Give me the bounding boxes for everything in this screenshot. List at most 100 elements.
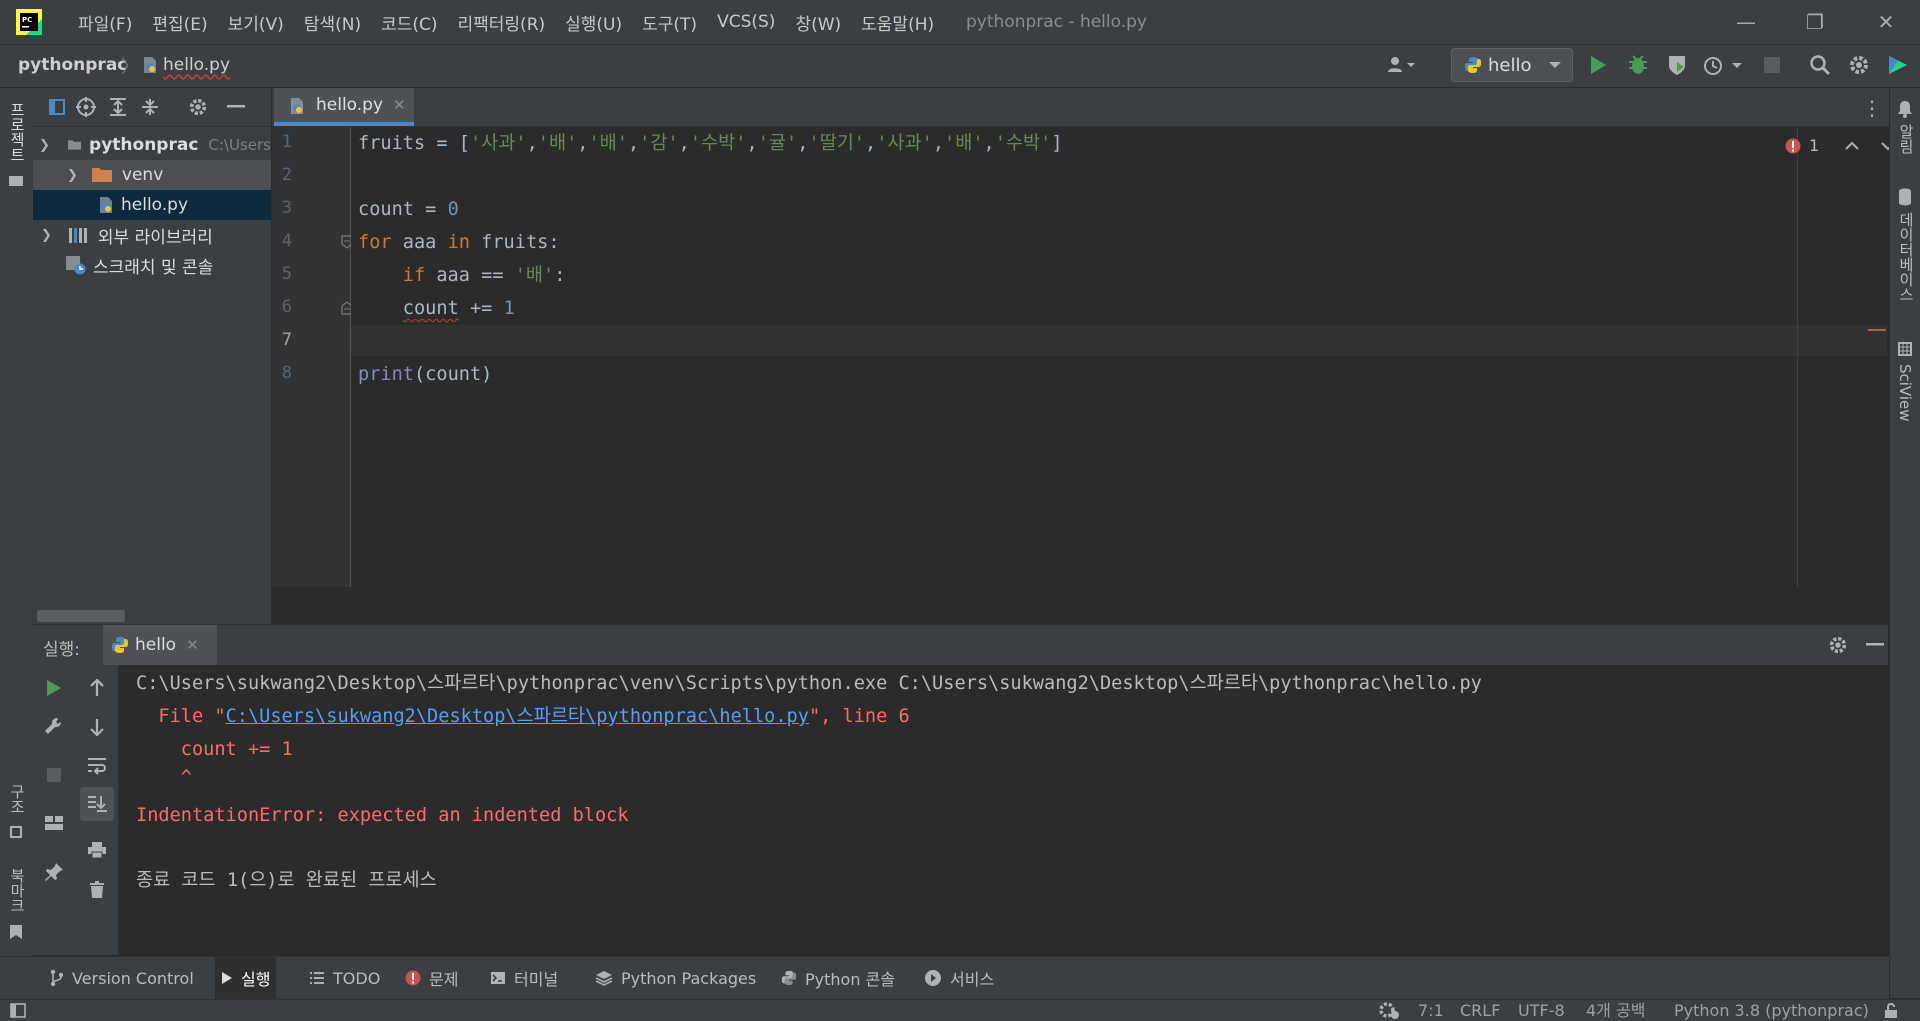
debug-button[interactable]	[1624, 51, 1652, 79]
line-separator[interactable]: CRLF	[1460, 1000, 1500, 1021]
breadcrumb-file[interactable]: hello.py	[163, 55, 230, 75]
version-control-label: Version Control	[72, 968, 194, 988]
background-tasks-gear-icon[interactable]	[1378, 1001, 1400, 1020]
run-configuration-selector[interactable]: hello	[1451, 48, 1573, 82]
menu-help[interactable]: 도움말(H)	[851, 10, 944, 35]
layout-icon[interactable]	[39, 808, 69, 838]
menu-code[interactable]: 코드(C)	[371, 10, 447, 35]
close-window-button[interactable]: ✕	[1858, 0, 1914, 44]
rerun-button[interactable]	[39, 673, 69, 703]
settings-gear-icon[interactable]	[1845, 51, 1873, 79]
editor-gutter: 1 2 3 4 5 6 7 8	[272, 127, 353, 587]
pin-tab-icon[interactable]	[39, 857, 69, 887]
tree-item-venv[interactable]: ❯ venv	[33, 160, 271, 190]
traceback-file-link[interactable]: C:\Users\sukwang2\Desktop\스파르타\pythonpra…	[226, 706, 809, 727]
tree-item-project-root[interactable]: ❯ pythonprac C:\Users	[33, 130, 271, 160]
version-control-button[interactable]: Version Control	[44, 957, 200, 999]
database-icon	[1899, 188, 1911, 206]
run-with-coverage-button[interactable]	[1663, 51, 1691, 79]
project-view-icon[interactable]	[45, 94, 71, 120]
file-encoding[interactable]: UTF-8	[1518, 1000, 1565, 1021]
python-interpreter[interactable]: Python 3.8 (pythonprac)	[1674, 1000, 1869, 1021]
unlock-icon[interactable]	[1884, 1002, 1898, 1019]
run-button[interactable]	[1584, 51, 1612, 79]
python-packages-button[interactable]: Python Packages	[589, 957, 762, 999]
collapse-all-icon[interactable]	[137, 94, 163, 120]
code-line-4: for aaa in fruits:	[358, 232, 560, 253]
tree-item-scratches[interactable]: 스크래치 및 콘솔	[33, 250, 271, 280]
close-tab-icon[interactable]: ✕	[186, 636, 199, 654]
user-account-icon[interactable]	[1382, 51, 1422, 79]
project-tool-window: ❯ pythonprac C:\Users ❯ venv hello.py ❯ …	[33, 88, 272, 624]
caret-position[interactable]: 7:1	[1418, 1000, 1444, 1021]
toggle-tool-windows-icon[interactable]	[10, 1003, 26, 1018]
tree-item-hello-py[interactable]: hello.py	[33, 190, 271, 220]
line-number: 6	[281, 297, 292, 317]
previous-problem-icon[interactable]	[1845, 141, 1859, 151]
database-tool-window-button[interactable]: 데이터베이스	[1896, 212, 1917, 302]
editor-tab-label: hello.py	[316, 95, 384, 115]
menu-run[interactable]: 실행(U)	[555, 10, 632, 35]
scroll-up-arrow-icon[interactable]	[82, 673, 112, 703]
jetbrains-logo-icon[interactable]	[1884, 51, 1912, 79]
run-console-output[interactable]: C:\Users\sukwang2\Desktop\스파르타\pythonpra…	[119, 665, 1888, 955]
structure-tool-window-button[interactable]: 구조	[7, 784, 28, 814]
profile-button[interactable]	[1700, 51, 1746, 79]
problems-button[interactable]: 문제	[399, 957, 464, 999]
python-console-button[interactable]: Python 콘솔	[775, 957, 901, 999]
code-editor[interactable]: fruits = ['사과','배','배','감','수박','귤','딸기'…	[351, 127, 1920, 587]
project-root-path: C:\Users	[208, 136, 271, 154]
project-settings-gear-icon[interactable]	[185, 94, 211, 120]
hide-run-panel-icon[interactable]	[1866, 643, 1884, 647]
horizontal-scrollbar[interactable]	[37, 610, 125, 622]
more-options-icon[interactable]: ⋮	[1862, 96, 1882, 120]
scroll-down-arrow-icon[interactable]	[82, 712, 112, 742]
notifications-bell-icon[interactable]	[1897, 100, 1913, 118]
code-line-6: count += 1	[402, 298, 515, 319]
clear-all-trash-icon[interactable]	[82, 875, 112, 905]
editor-tab-hello-py[interactable]: hello.py ✕	[274, 88, 414, 126]
bookmarks-tool-window-button[interactable]: 북마크	[7, 868, 28, 913]
soft-wrap-icon[interactable]	[82, 751, 112, 781]
run-tool-button[interactable]: 실행	[215, 957, 277, 999]
menu-window[interactable]: 창(W)	[785, 10, 851, 35]
folder-icon	[91, 168, 112, 182]
menu-navigate[interactable]: 탐색(N)	[294, 10, 371, 35]
menu-bar: 파일(F) 편집(E) 보기(V) 탐색(N) 코드(C) 리팩터링(R) 실행…	[68, 0, 944, 44]
stop-button[interactable]	[1758, 51, 1786, 79]
notifications-tool-window-button[interactable]: 알림	[1896, 124, 1917, 154]
services-button[interactable]: 서비스	[918, 957, 1000, 999]
close-tab-icon[interactable]: ✕	[393, 96, 406, 114]
terminal-button[interactable]: 터미널	[484, 957, 564, 999]
breadcrumb-project[interactable]: pythonprac	[18, 55, 127, 75]
inspection-widget[interactable]: 1	[1785, 136, 1895, 155]
locate-file-icon[interactable]	[73, 94, 99, 120]
menu-view[interactable]: 보기(V)	[218, 10, 294, 35]
indent-setting[interactable]: 4개 공백	[1586, 1000, 1645, 1021]
edit-configuration-wrench-icon[interactable]	[39, 712, 69, 742]
search-everywhere-icon[interactable]	[1806, 51, 1834, 79]
menu-refactor[interactable]: 리팩터링(R)	[448, 10, 556, 35]
sciview-icon	[1898, 342, 1912, 356]
expand-all-icon[interactable]	[105, 94, 131, 120]
run-settings-gear-icon[interactable]	[1828, 635, 1848, 655]
line-number: 2	[281, 165, 292, 185]
editor-tab-bar: hello.py ✕ ⋮	[272, 88, 1920, 127]
stop-button[interactable]	[39, 760, 69, 790]
error-stripe-marker[interactable]	[1868, 329, 1886, 331]
menu-edit[interactable]: 편집(E)	[142, 10, 217, 35]
restore-button[interactable]: ❐	[1787, 0, 1843, 44]
print-icon[interactable]	[82, 835, 112, 865]
run-tab-hello[interactable]: hello ✕	[103, 625, 217, 665]
minimize-button[interactable]: —	[1718, 0, 1774, 44]
chevron-right-icon: ❯	[41, 227, 52, 243]
project-tool-window-button[interactable]: 프로젝트	[7, 102, 28, 162]
tree-item-external-libraries[interactable]: ❯ 외부 라이브러리	[33, 220, 271, 250]
scroll-to-end-icon[interactable]	[80, 787, 114, 821]
menu-vcs[interactable]: VCS(S)	[707, 12, 785, 32]
todo-button[interactable]: TODO	[303, 957, 386, 999]
hide-panel-icon[interactable]	[223, 94, 249, 120]
menu-tools[interactable]: 도구(T)	[632, 10, 707, 35]
menu-file[interactable]: 파일(F)	[68, 10, 142, 35]
sciview-tool-window-button[interactable]: SciView	[1896, 364, 1914, 422]
